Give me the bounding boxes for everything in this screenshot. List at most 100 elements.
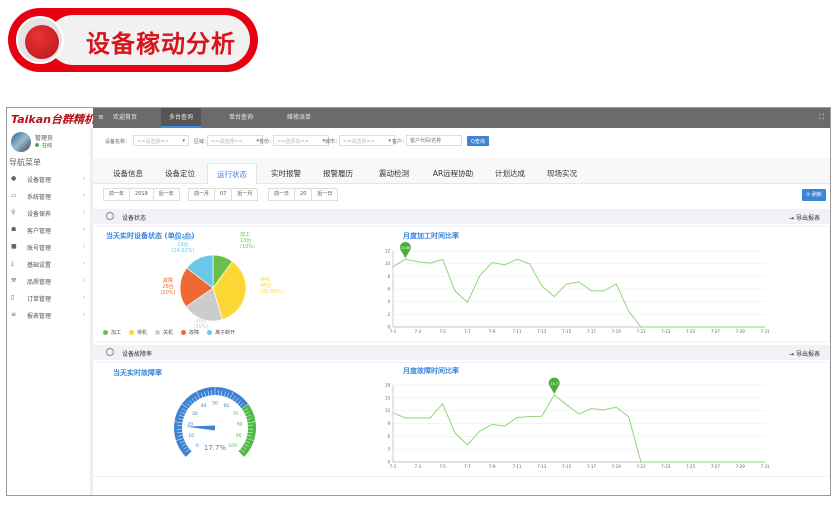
tab-item[interactable]: 实时报警 bbox=[261, 163, 311, 184]
tab-item[interactable]: 设备信息 bbox=[103, 163, 153, 184]
nav-multi-query[interactable]: 多台查询 bbox=[161, 108, 201, 128]
data-point bbox=[752, 461, 753, 463]
data-point bbox=[702, 326, 704, 328]
prev-month-button[interactable]: 前一月 bbox=[189, 189, 216, 200]
nav-home[interactable]: 欢迎首页 bbox=[105, 108, 145, 128]
sidebar-item[interactable]: ≡ 报表管理 ‹ bbox=[9, 311, 89, 325]
city-select[interactable]: ==请选择== ▾ bbox=[339, 135, 395, 146]
data-point bbox=[640, 326, 642, 328]
search-button[interactable]: Q查询 bbox=[467, 136, 489, 146]
pie-label: 46台 bbox=[260, 282, 271, 289]
data-point bbox=[491, 262, 493, 263]
x-tick-label: 7-31 bbox=[760, 329, 770, 334]
legend-label: 故障 bbox=[189, 330, 200, 336]
sidebar-item-label: 报表管理 bbox=[27, 313, 52, 320]
data-point bbox=[479, 430, 481, 432]
device-select[interactable]: ==请选择== ▾ bbox=[133, 135, 189, 146]
sidebar-item[interactable]: ▭ 系统管理 ‹ bbox=[9, 192, 89, 206]
line2-title: 月度故障时间比率 bbox=[403, 367, 459, 375]
gauge-tick-label: 60 bbox=[223, 403, 229, 409]
tab-item[interactable]: 报警履历 bbox=[313, 163, 363, 184]
legend-item[interactable]: 加工 bbox=[103, 329, 121, 336]
red-dot bbox=[25, 25, 59, 59]
export-button[interactable]: ⇥ 导出报表 bbox=[789, 349, 820, 358]
x-tick-label: 7-1 bbox=[390, 329, 397, 334]
chevron-left-icon: ‹ bbox=[82, 175, 85, 182]
data-point bbox=[392, 266, 394, 268]
x-tick-label: 7-25 bbox=[686, 329, 696, 334]
chevron-left-icon: ‹ bbox=[82, 243, 85, 250]
x-tick-label: 7-5 bbox=[439, 464, 446, 469]
x-tick-label: 7-23 bbox=[661, 464, 671, 469]
data-point bbox=[615, 283, 617, 285]
sidebar-title: 导航菜单 bbox=[9, 158, 41, 167]
tab-item[interactable]: 震动检测 bbox=[369, 163, 419, 184]
pie-label: 离子断开 bbox=[173, 235, 193, 242]
expand-icon[interactable]: ⛶ bbox=[819, 113, 824, 122]
x-tick-label: 7-9 bbox=[489, 464, 496, 469]
legend-item[interactable]: 待机 bbox=[129, 329, 147, 336]
menu-icon[interactable]: ≡ bbox=[98, 113, 104, 121]
next-month-button[interactable]: 后一月 bbox=[232, 189, 257, 200]
data-point bbox=[553, 394, 555, 396]
customer-input[interactable] bbox=[406, 135, 462, 146]
monitor-icon: ▭ bbox=[11, 192, 17, 199]
province-select[interactable]: ==选择省== ▾ bbox=[273, 135, 329, 146]
data-point bbox=[665, 326, 667, 328]
sidebar-item[interactable]: ⤓ 基础设置 ‹ bbox=[9, 260, 89, 274]
chevron-left-icon: ‹ bbox=[82, 192, 85, 199]
tab-item[interactable]: 计划达成 bbox=[485, 163, 535, 184]
region-select[interactable]: ==请选择== ▾ bbox=[207, 135, 263, 146]
tab-item[interactable]: 现场实况 bbox=[537, 163, 587, 184]
x-tick-label: 7-15 bbox=[562, 464, 572, 469]
sidebar-item[interactable]: ■ 账号管理 ‹ bbox=[9, 243, 89, 257]
data-point bbox=[628, 416, 629, 418]
gauge-tick-label: 70 bbox=[232, 411, 238, 417]
data-point bbox=[702, 461, 704, 463]
legend-dot-icon bbox=[181, 330, 187, 335]
gauge-tick-label: 50 bbox=[212, 401, 218, 407]
tab-item[interactable]: 运行状态 bbox=[207, 163, 257, 184]
x-tick-label: 7-17 bbox=[587, 329, 597, 334]
nav-single-query[interactable]: 单台查询 bbox=[221, 108, 261, 128]
x-tick-label: 7-29 bbox=[736, 464, 746, 469]
sidebar-item[interactable]: ⚲ 设备保养 ‹ bbox=[9, 209, 89, 223]
next-day-button[interactable]: 后一日 bbox=[312, 189, 337, 200]
x-tick-label: 7-27 bbox=[711, 329, 721, 334]
legend-item[interactable]: 关机 bbox=[155, 329, 173, 336]
x-tick-label: 7-13 bbox=[537, 329, 547, 334]
data-point bbox=[727, 326, 729, 328]
tab-item[interactable]: AR远程协助 bbox=[425, 163, 481, 184]
data-point bbox=[392, 412, 394, 414]
data-point bbox=[479, 275, 481, 277]
month-value: 07 bbox=[215, 189, 233, 200]
sidebar-item-label: 账号管理 bbox=[27, 245, 52, 252]
sidebar-item[interactable]: ● 设备管理 ‹ bbox=[9, 175, 89, 189]
status-text: 在线 bbox=[42, 143, 53, 149]
data-point bbox=[442, 403, 443, 405]
legend-item[interactable]: 离子断开 bbox=[207, 329, 235, 336]
data-point bbox=[603, 290, 605, 292]
x-tick-label: 7-19 bbox=[612, 464, 622, 469]
sidebar-item[interactable]: ⚒ 品质管理 ‹ bbox=[9, 277, 89, 291]
export-button[interactable]: ⇥ 导出报表 bbox=[789, 213, 820, 222]
prev-year-button[interactable]: 前一年 bbox=[104, 189, 131, 200]
logo: Taikan台群精机 bbox=[7, 108, 95, 128]
gauge-tick-label: 100 bbox=[228, 443, 237, 449]
pie-label: 19台 bbox=[177, 241, 188, 248]
sidebar-item-label: 系统管理 bbox=[27, 194, 52, 201]
data-point bbox=[553, 296, 555, 297]
region-value: ==请选择== bbox=[211, 139, 243, 145]
x-tick-label: 7-3 bbox=[415, 329, 422, 334]
sidebar-item[interactable]: ▯ 订单管理 ‹ bbox=[9, 294, 89, 308]
nav-repair[interactable]: 维修派单 bbox=[279, 108, 319, 128]
next-year-button[interactable]: 后一年 bbox=[154, 189, 179, 200]
sidebar-item[interactable]: ☗ 客户管理 ‹ bbox=[9, 226, 89, 240]
legend-item[interactable]: 故障 bbox=[181, 329, 199, 336]
data-point bbox=[405, 417, 406, 419]
fault-panel bbox=[92, 362, 830, 477]
tab-bar: 设备信息 设备定位 运行状态 实时报警 报警履历 震动检测 AR远程协助 计划达成 现场实况 bbox=[93, 158, 830, 184]
refresh-button[interactable]: ⟳ 刷新 bbox=[802, 189, 826, 201]
tab-item[interactable]: 设备定位 bbox=[155, 163, 205, 184]
prev-day-button[interactable]: 前一日 bbox=[269, 189, 296, 200]
